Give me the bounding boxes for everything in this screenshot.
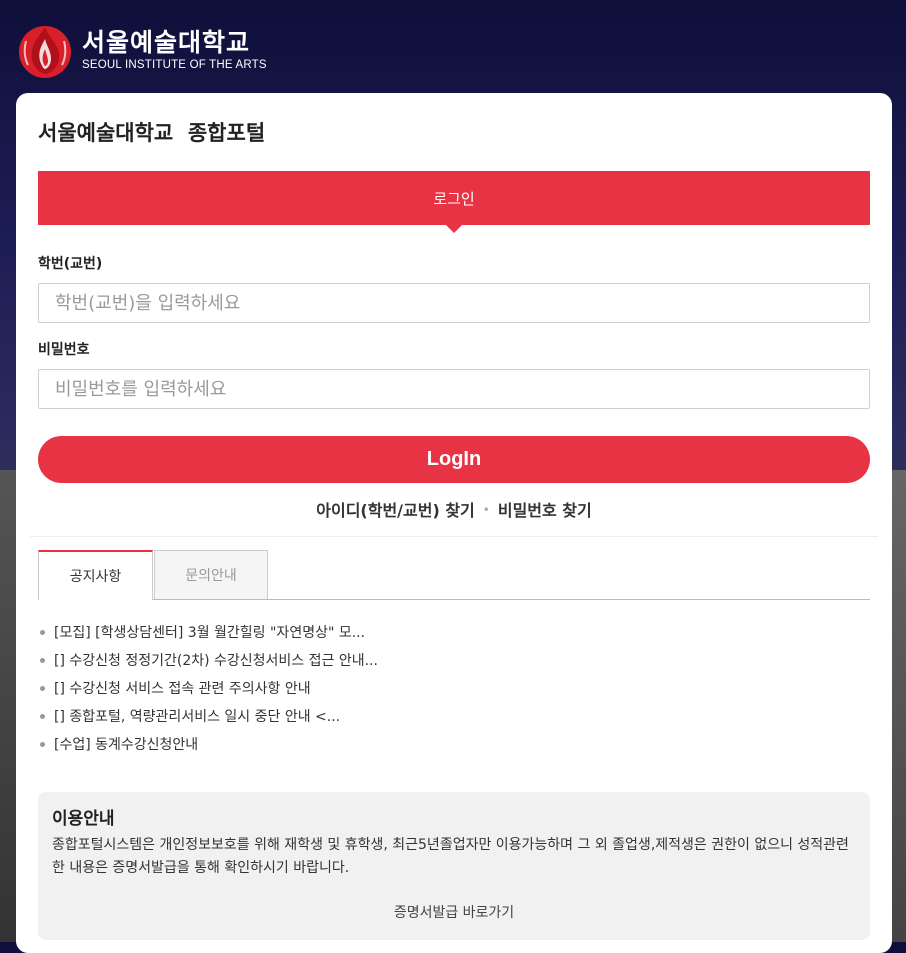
notice-list: [모집] [학생상담센터] 3월 월간힐링 "자연명상" 모... [] 수강신…	[38, 619, 378, 759]
logo-english: SEOUL INSTITUTE OF THE ARTS	[82, 59, 267, 71]
notice-title[interactable]: [수업] 동계수강신청안내	[54, 737, 198, 753]
id-label: 학번(교번)	[38, 256, 103, 272]
login-card: 서울예술대학교 종합포털 로그인 학번(교번) 비밀번호 LogIn 아이디(학…	[16, 93, 892, 953]
bullet-icon	[40, 657, 45, 663]
divider	[30, 536, 878, 537]
find-id-link[interactable]: 아이디(학번/교번) 찾기	[316, 501, 475, 520]
page-title: 서울예술대학교 종합포털	[38, 121, 266, 145]
bullet-icon	[40, 629, 45, 635]
bullet-icon	[40, 713, 45, 719]
login-button[interactable]: LogIn	[38, 436, 870, 483]
list-item[interactable]: [수업] 동계수강신청안내	[38, 731, 378, 759]
info-body: 종합포털시스템은 개인정보보호를 위해 재학생 및 휴학생, 최근5년졸업자만 …	[52, 837, 849, 876]
tab-login[interactable]: 로그인	[38, 171, 870, 225]
tab-inquiry[interactable]: 문의안내	[154, 550, 268, 600]
id-input[interactable]	[38, 283, 870, 323]
notice-title[interactable]: [] 수강신청 정정기간(2차) 수강신청서비스 접근 안내...	[54, 653, 378, 669]
separator-dot: •	[482, 503, 490, 517]
list-item[interactable]: [] 수강신청 정정기간(2차) 수강신청서비스 접근 안내...	[38, 647, 378, 675]
bullet-icon	[40, 741, 45, 747]
password-input[interactable]	[38, 369, 870, 409]
bullet-icon	[40, 685, 45, 691]
flame-logo-icon[interactable]	[16, 19, 74, 81]
notice-title[interactable]: [] 종합포털, 역량관리서비스 일시 중단 안내 <...	[54, 709, 340, 725]
notice-title[interactable]: [모집] [학생상담센터] 3월 월간힐링 "자연명상" 모...	[54, 625, 365, 641]
find-password-link[interactable]: 비밀번호 찾기	[498, 501, 592, 520]
list-item[interactable]: [] 종합포털, 역량관리서비스 일시 중단 안내 <...	[38, 703, 378, 731]
site-header: 서울예술대학교 SEOUL INSTITUTE OF THE ARTS	[16, 18, 267, 82]
tab-underline	[38, 599, 870, 600]
tab-notices[interactable]: 공지사항	[38, 550, 153, 600]
info-title: 이용안내	[52, 809, 115, 829]
usage-info-box: 이용안내 종합포털시스템은 개인정보보호를 위해 재학생 및 휴학생, 최근5년…	[38, 792, 870, 940]
tab-pointer	[446, 225, 462, 233]
list-item[interactable]: [모집] [학생상담센터] 3월 월간힐링 "자연명상" 모...	[38, 619, 378, 647]
find-account-links: 아이디(학번/교번) 찾기 • 비밀번호 찾기	[16, 497, 892, 521]
logo-korean: 서울예술대학교	[82, 28, 251, 57]
notice-title[interactable]: [] 수강신청 서비스 접속 관련 주의사항 안내	[54, 681, 311, 697]
certificate-link[interactable]: 증명서발급 바로가기	[38, 902, 870, 922]
password-label: 비밀번호	[38, 342, 90, 358]
logo-text: 서울예술대학교 SEOUL INSTITUTE OF THE ARTS	[82, 28, 267, 72]
list-item[interactable]: [] 수강신청 서비스 접속 관련 주의사항 안내	[38, 675, 378, 703]
